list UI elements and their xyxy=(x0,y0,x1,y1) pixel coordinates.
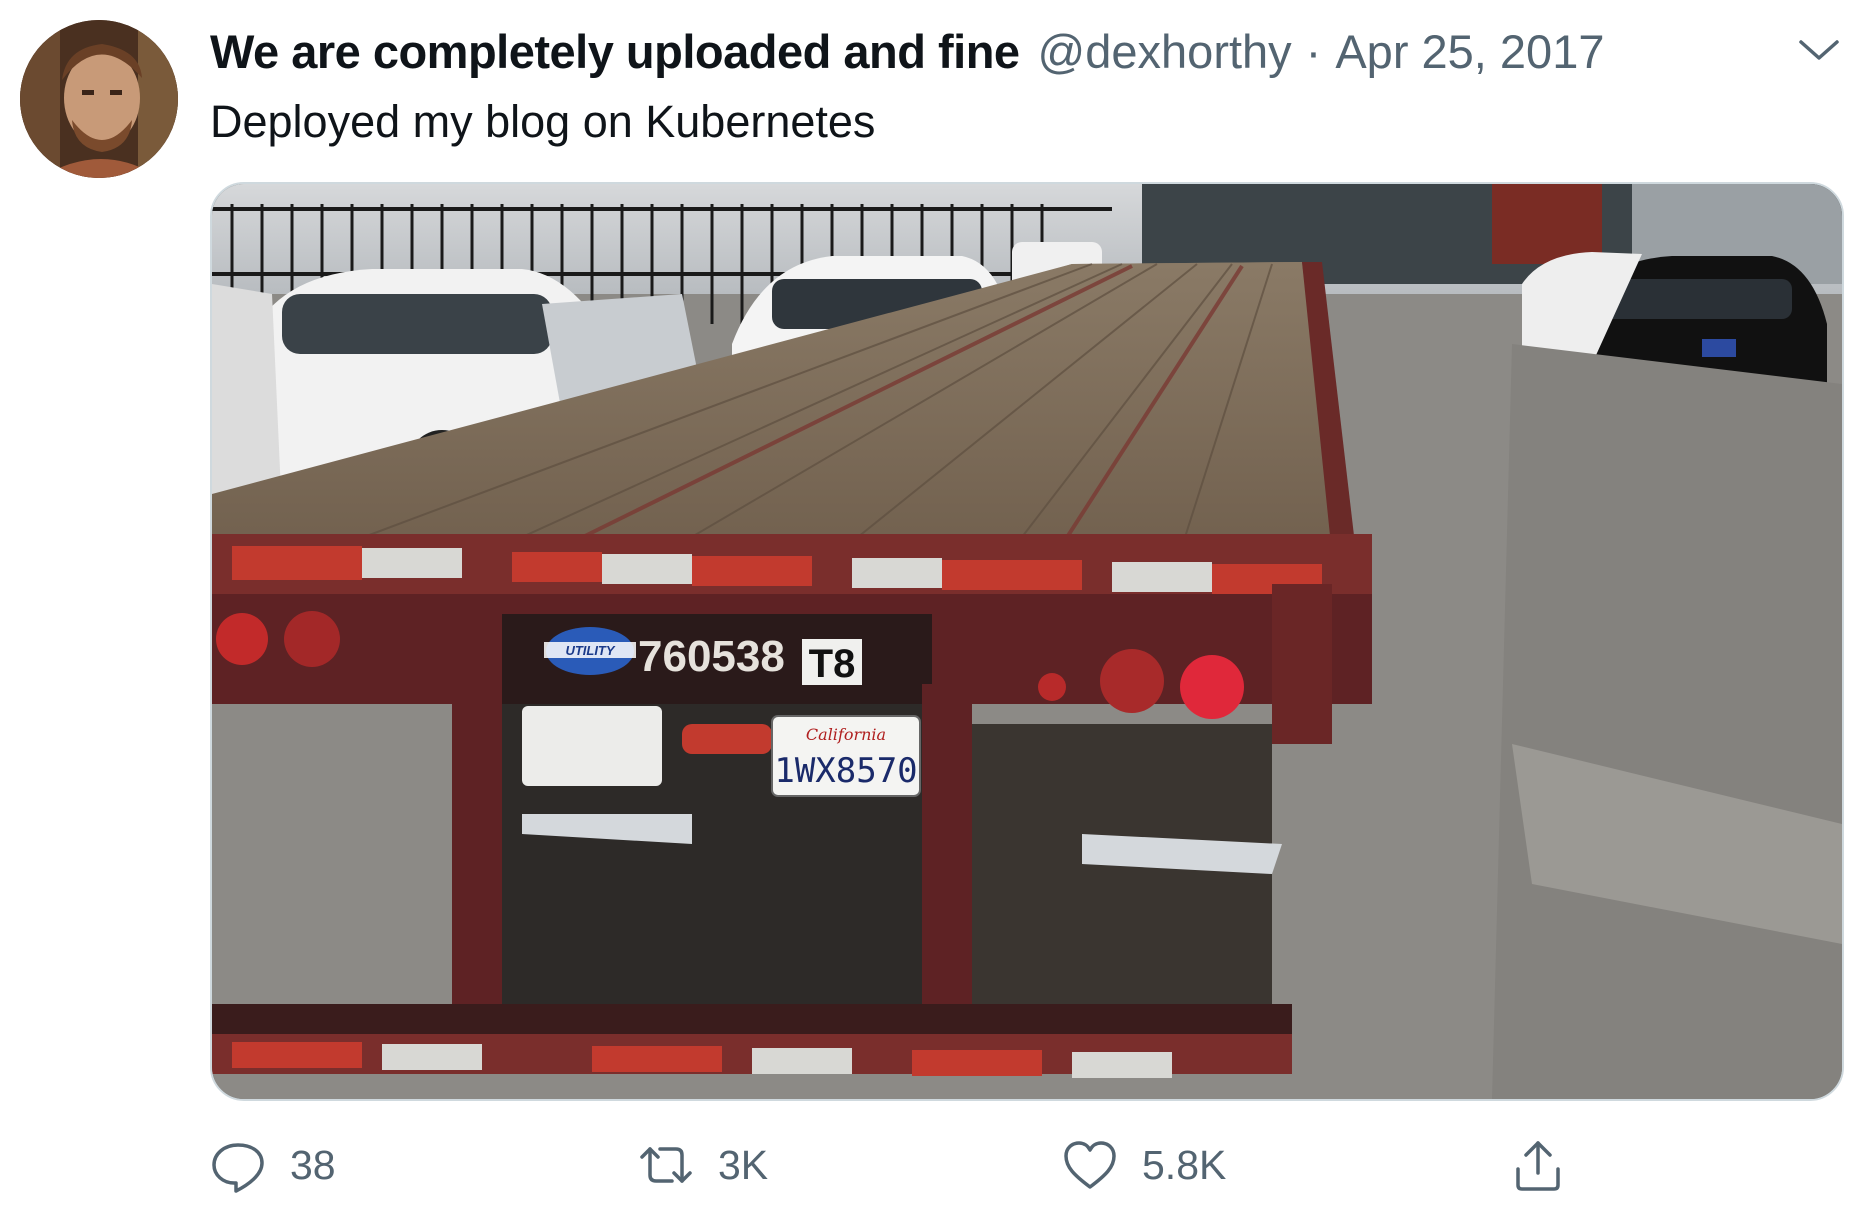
avatar-photo xyxy=(20,20,178,178)
avatar[interactable] xyxy=(20,20,178,178)
retweet-count: 3K xyxy=(718,1141,769,1188)
logo-text: UTILITY xyxy=(565,643,615,658)
like-count: 5.8K xyxy=(1142,1141,1227,1188)
tweet-text: Deployed my blog on Kubernetes xyxy=(210,96,876,147)
heart-icon xyxy=(1062,1137,1118,1193)
reply-icon xyxy=(210,1137,266,1193)
reply-button[interactable]: 38 xyxy=(210,1135,336,1195)
tweet-actions: 38 3K 5.8K xyxy=(210,1135,1810,1195)
plate-state: California xyxy=(806,725,886,744)
tweet-header: We are completely uploaded and fine @dex… xyxy=(210,24,1770,84)
trailer-code: T8 xyxy=(809,642,856,686)
separator-dot: · xyxy=(1305,25,1322,78)
retweet-icon xyxy=(638,1137,694,1193)
more-menu-button[interactable] xyxy=(1795,30,1843,70)
tweet-date[interactable]: Apr 25, 2017 xyxy=(1335,24,1604,79)
share-button[interactable] xyxy=(1510,1135,1566,1195)
user-handle[interactable]: @dexhorthy xyxy=(1038,24,1292,79)
chevron-down-icon xyxy=(1799,40,1839,60)
share-icon xyxy=(1510,1137,1566,1193)
plate-number: 1WX8570 xyxy=(774,751,917,791)
trailer-number: 760538 xyxy=(638,632,785,681)
display-name[interactable]: We are completely uploaded and fine xyxy=(210,24,1020,79)
trailer-photo: UTILITY 760538 T8 California 1WX8570 xyxy=(212,184,1842,1099)
reply-count: 38 xyxy=(290,1141,336,1188)
like-button[interactable]: 5.8K xyxy=(1062,1135,1226,1195)
retweet-button[interactable]: 3K xyxy=(638,1135,768,1195)
tweet-media[interactable]: UTILITY 760538 T8 California 1WX8570 xyxy=(210,182,1844,1101)
